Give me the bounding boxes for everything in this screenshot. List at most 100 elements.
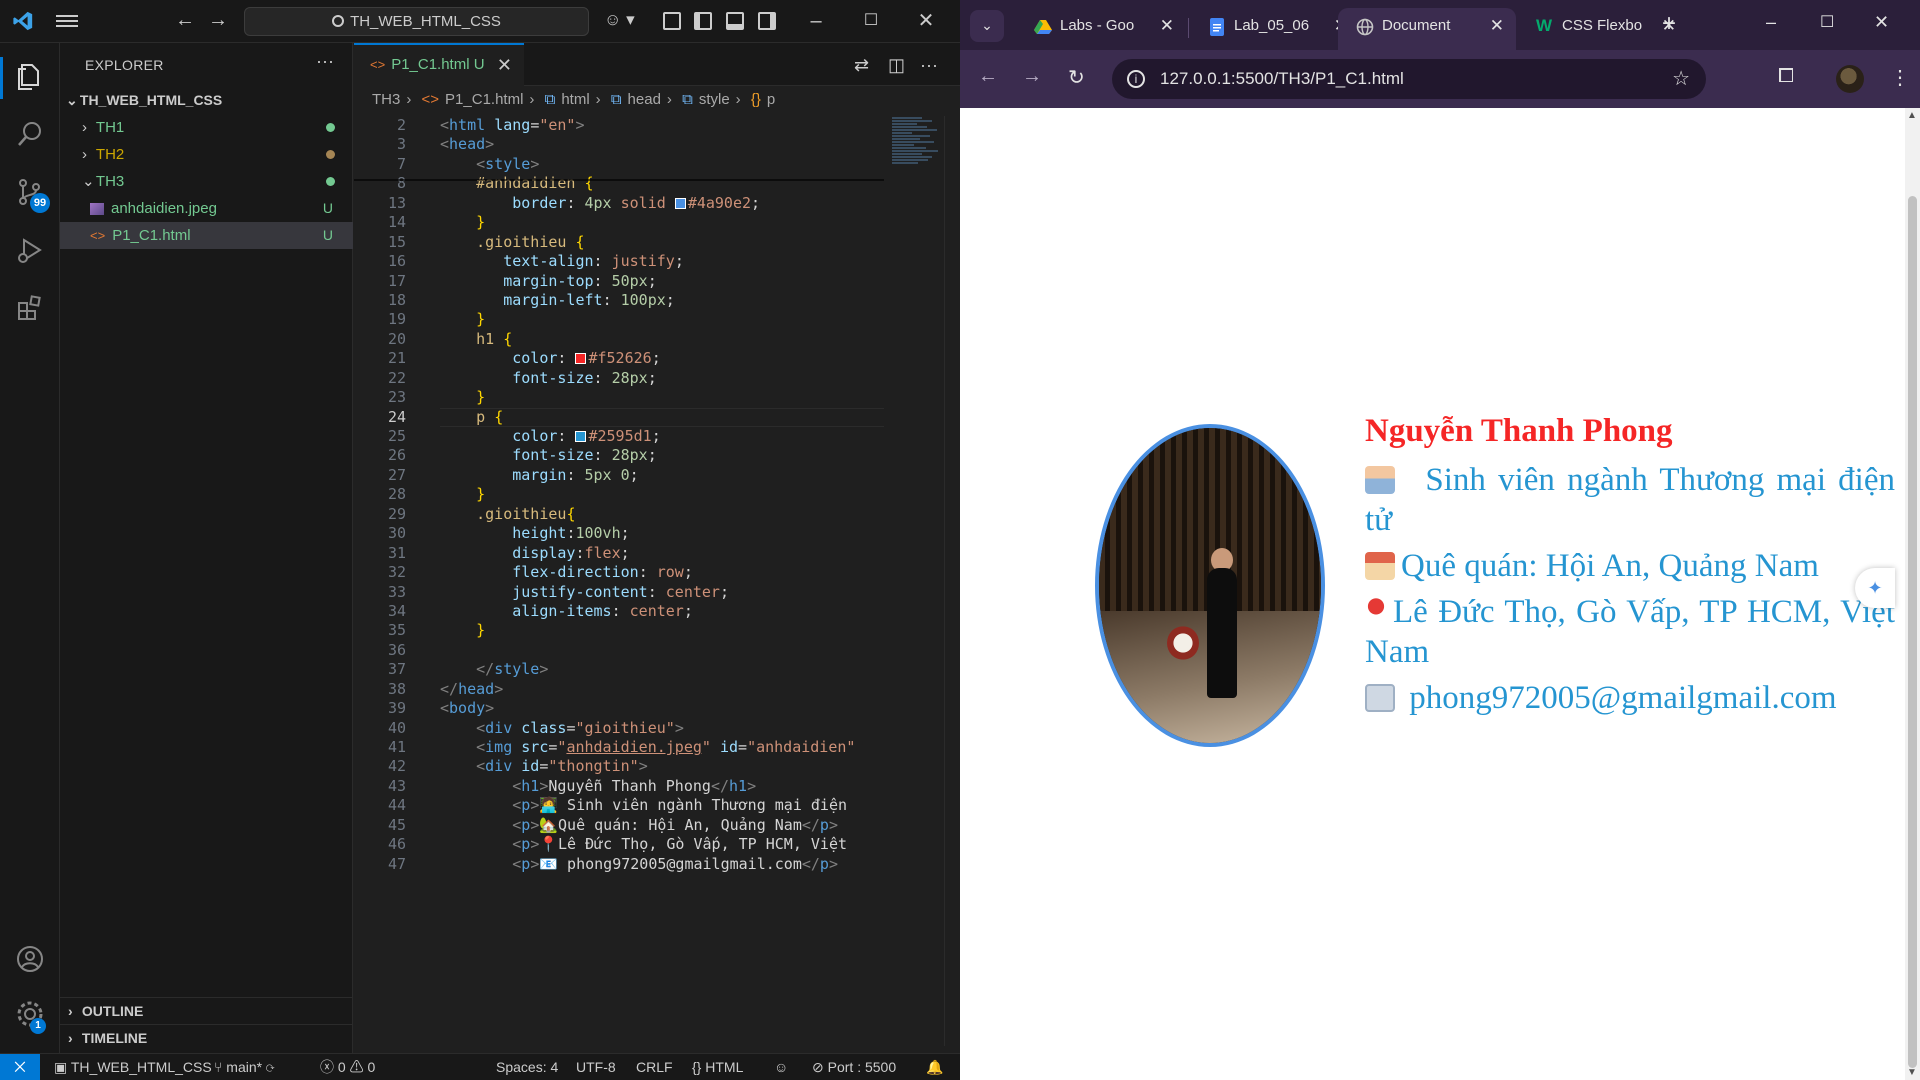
forward-arrow-icon[interactable]: → [1022,65,1042,88]
code-line[interactable]: 33 justify-content: center; [354,583,884,602]
code-line[interactable]: 47 <p>📧 phong972005@gmailgmail.com</p> [354,855,884,874]
problems-status[interactable]: ⓧ 0 ⚠ 0 [320,1054,375,1080]
copilot-icon[interactable]: ☺ ▾ [604,10,635,30]
code-line[interactable]: 36 [354,641,884,660]
code-line[interactable]: 32 flex-direction: row; [354,563,884,582]
live-server-status[interactable]: ⊘ Port : 5500 [812,1054,896,1080]
code-line[interactable]: 19 } [354,310,884,329]
scroll-down-icon[interactable]: ▼ [1907,1067,1917,1078]
back-arrow-icon[interactable]: ← [978,65,998,88]
code-line[interactable]: 46 <p>📍Lê Đức Thọ, Gò Vấp, TP HCM, Việt [354,835,884,854]
code-line[interactable]: 22 font-size: 28px; [354,369,884,388]
remote-indicator-icon[interactable]: ⨉ [0,1054,40,1080]
code-line[interactable]: 37 </style> [354,660,884,679]
browser-tab-lab05[interactable]: Lab_05_06 ✕ [1190,8,1360,50]
workspace-root[interactable]: ⌄ TH_WEB_HTML_CSS [60,87,353,114]
code-line[interactable]: 24 p { [354,407,884,427]
code-line[interactable]: 29 .gioithieu{ [354,505,884,524]
minimap[interactable] [892,116,952,236]
code-line[interactable]: 21 color: #f52626; [354,349,884,368]
outline-section[interactable]: › OUTLINE [60,997,353,1024]
more-actions-icon[interactable]: ··· [316,51,334,72]
split-editor-icon[interactable]: ◫ [888,55,905,76]
explorer-icon[interactable] [14,60,46,92]
code-line[interactable]: 20 h1 { [354,330,884,349]
search-view-icon[interactable] [14,118,46,150]
file-anhdaidien[interactable]: anhdaidien.jpeg U [60,195,353,222]
reload-icon[interactable]: ↻ [1068,65,1085,90]
code-line[interactable]: 42 <div id="thongtin"> [354,757,884,776]
breadcrumb-item[interactable]: p [767,91,775,108]
breadcrumb-item[interactable]: P1_C1.html [445,91,523,108]
code-line[interactable]: 30 height:100vh; [354,524,884,543]
editor-more-icon[interactable]: ··· [920,55,938,76]
workspace-status[interactable]: ▣ TH_WEB_HTML_CSS [54,1054,212,1080]
code-line[interactable]: 16 text-align: justify; [354,252,884,271]
code-line[interactable]: 31 display:flex; [354,544,884,563]
close-tab-icon[interactable]: ✕ [1160,8,1174,44]
code-line[interactable]: 44 <p>🧑‍💻 Sinh viên ngành Thương mại điệ… [354,796,884,815]
profile-avatar[interactable] [1836,65,1864,93]
scrollbar-thumb[interactable] [1908,196,1917,1068]
breadcrumb-item[interactable]: head [628,91,661,108]
folder-th1[interactable]: › TH1 [60,114,353,141]
code-line[interactable]: 38 </head> [354,680,884,699]
editor-scrollbar[interactable] [944,116,958,1046]
code-line[interactable]: 13 border: 4px solid #4a90e2; [354,194,884,213]
back-arrow-icon[interactable]: ← [175,10,195,30]
code-line[interactable]: 35 } [354,621,884,640]
close-window-icon[interactable]: ✕ [1874,12,1889,33]
code-editor[interactable]: 2 <html lang="en"> 3 <head> 7 <style> 8 #anhd… [354,116,884,874]
sync-icon[interactable]: ⟳ [266,1059,274,1075]
toggle-sidebar-icon[interactable] [694,12,712,30]
page-scrollbar[interactable]: ▲ ▼ [1905,108,1920,1080]
bookmark-star-icon[interactable]: ☆ [1672,59,1690,99]
code-line[interactable]: 2 <html lang="en"> [354,116,884,135]
scroll-up-icon[interactable]: ▲ [1907,110,1917,121]
command-center-search[interactable]: TH_WEB_HTML_CSS [244,7,589,36]
eol-status[interactable]: CRLF [636,1054,673,1080]
code-line[interactable]: 25 color: #2595d1; [354,427,884,446]
extensions-puzzle-icon[interactable]: ⧠ [1778,65,1794,88]
close-tab-icon[interactable]: ✕ [497,45,512,85]
tab-search-dropdown-icon[interactable]: ⌄ [970,10,1004,42]
code-line[interactable]: 41 <img src="anhdaidien.jpeg" id="anhdai… [354,738,884,757]
site-info-icon[interactable]: i [1127,70,1145,88]
breadcrumb-item[interactable]: html [561,91,589,108]
code-line[interactable]: 17 margin-top: 50px; [354,272,884,291]
minimize-icon[interactable]: – [1766,12,1776,33]
new-tab-icon[interactable]: + [1662,10,1676,38]
language-status[interactable]: {} HTML [692,1054,743,1080]
forward-arrow-icon[interactable]: → [208,10,228,30]
code-line[interactable]: 23 } [354,388,884,407]
copilot-status-icon[interactable]: ☺ [774,1054,788,1080]
folder-th3[interactable]: ⌄ TH3 [60,168,353,195]
ai-sparkle-icon[interactable]: ✦ [1855,568,1895,608]
code-line[interactable]: 15 .gioithieu { [354,233,884,252]
layout-toggle-icon[interactable] [663,12,681,30]
maximize-icon[interactable]: ☐ [1820,12,1834,32]
code-line[interactable]: 34 align-items: center; [354,602,884,621]
code-line[interactable]: 28 } [354,485,884,504]
toggle-secondary-sidebar-icon[interactable] [758,12,776,30]
breadcrumb-item[interactable]: TH3 [372,91,400,108]
chrome-menu-icon[interactable]: ⋮ [1890,65,1910,90]
code-line[interactable]: 14 } [354,213,884,232]
tab-p1-c1-html[interactable]: <> P1_C1.html U ✕ [354,43,524,86]
menu-icon[interactable] [56,12,78,30]
code-line[interactable]: 26 font-size: 28px; [354,446,884,465]
timeline-section[interactable]: › TIMELINE [60,1024,353,1051]
browser-tab-labs[interactable]: Labs - Goo ✕ [1016,8,1186,50]
browser-tab-document[interactable]: Document ✕ [1338,8,1516,50]
code-line[interactable]: 3 <head> [354,135,884,154]
extensions-icon[interactable] [14,292,46,324]
code-line[interactable]: 18 margin-left: 100px; [354,291,884,310]
run-debug-icon[interactable] [14,234,46,266]
branch-status[interactable]: ⑂ main* ⟳ [214,1054,274,1080]
close-window-icon[interactable]: ✕ [913,8,939,34]
encoding-status[interactable]: UTF-8 [576,1054,616,1080]
breadcrumb-item[interactable]: style [699,91,730,108]
code-line[interactable]: 27 margin: 5px 0; [354,466,884,485]
code-line[interactable]: 40 <div class="gioithieu"> [354,719,884,738]
toggle-panel-icon[interactable] [726,12,744,30]
